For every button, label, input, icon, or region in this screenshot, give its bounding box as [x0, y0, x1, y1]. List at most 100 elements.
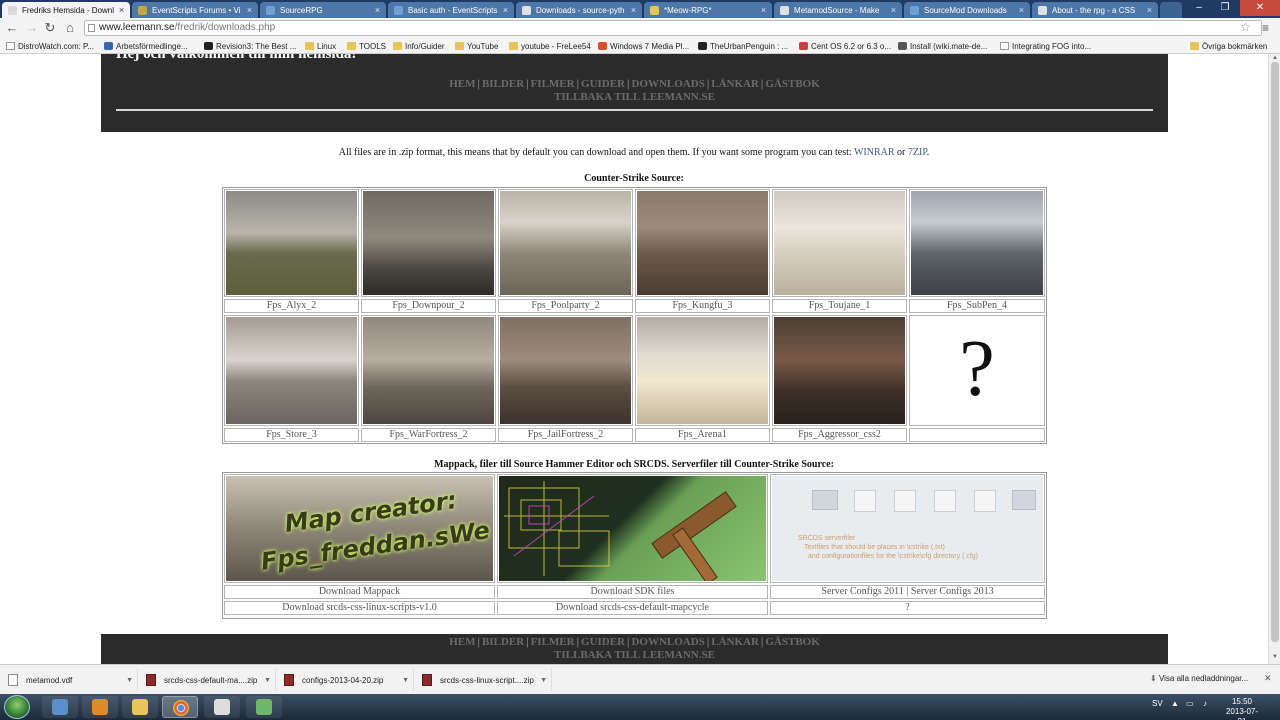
nav-link-hem[interactable]: HEM — [449, 78, 475, 90]
new-tab-button[interactable] — [1160, 2, 1182, 18]
tab-sourcemod-downloads[interactable]: SourceMod Downloads × — [904, 2, 1030, 18]
nav-link-bilder[interactable]: BILDER — [482, 78, 524, 90]
map-thumb-fps-poolparty-2[interactable] — [498, 189, 633, 297]
taskbar-folders[interactable] — [122, 696, 158, 718]
close-icon[interactable]: × — [1145, 5, 1154, 15]
mappack-banner[interactable]: Map creator: Fps_freddan.sWe — [224, 474, 495, 583]
close-icon[interactable]: × — [245, 5, 254, 15]
nav-link-downloads[interactable]: DOWNLOADS — [631, 636, 704, 648]
other-bookmarks-folder[interactable]: Övriga bokmärken — [1190, 40, 1278, 52]
download-linux-scripts-link[interactable]: Download srcds-css-linux-scripts-v1.0 — [224, 601, 495, 615]
scroll-down-arrow-icon[interactable]: ▼ — [1271, 654, 1279, 660]
map-link[interactable]: Fps_WarFortress_2 — [361, 428, 496, 442]
map-thumb-fps-arena1[interactable] — [635, 315, 770, 426]
nav-link-guider[interactable]: GUIDER — [581, 78, 625, 90]
nav-link-lankar[interactable]: LÄNKAR — [711, 636, 759, 648]
winrar-link[interactable]: WINRAR — [854, 147, 895, 158]
nav-link-lankar[interactable]: LÄNKAR — [711, 78, 759, 90]
map-thumb-fps-kungfu-3[interactable] — [635, 189, 770, 297]
show-hidden-icons-icon[interactable]: ▲ — [1171, 699, 1179, 708]
map-link[interactable]: Fps_Toujane_1 — [772, 299, 907, 313]
tab-sourcerpg[interactable]: SourceRPG × — [260, 2, 386, 18]
chevron-down-icon[interactable]: ▼ — [402, 677, 409, 684]
tab-metamodsource[interactable]: MetamodSource - Make × — [774, 2, 902, 18]
download-mapcycle-link[interactable]: Download srcds-css-default-mapcycle — [497, 601, 768, 615]
server-configs-2011-link[interactable]: Server Configs 2011 — [821, 586, 903, 597]
address-bar[interactable]: www.leemann.se/fredrik/downloads.php — [84, 20, 1262, 36]
nav-link-downloads[interactable]: DOWNLOADS — [631, 78, 704, 90]
map-link[interactable]: Fps_Downpour_2 — [361, 299, 496, 313]
page-scrollbar[interactable]: ▲ ▼ — [1268, 54, 1280, 664]
taskbar-clock[interactable]: 15:50 2013-07-21 — [1222, 697, 1262, 720]
bookmark-item[interactable]: TheUrbanPenguin : ... — [698, 40, 792, 52]
map-link[interactable]: Fps_Alyx_2 — [224, 299, 359, 313]
tab-meow-rpg[interactable]: *Meow-RPG* × — [644, 2, 772, 18]
download-sdk-link[interactable]: Download SDK files — [497, 585, 768, 599]
network-icon[interactable]: ▭ — [1186, 699, 1194, 708]
download-item[interactable]: srcds-css-default-ma....zip ▼ — [140, 669, 276, 691]
map-link[interactable]: Fps_Kungfu_3 — [635, 299, 770, 313]
map-thumb-fps-aggressor-css2[interactable] — [772, 315, 907, 426]
map-link[interactable]: Fps_SubPen_4 — [909, 299, 1045, 313]
close-icon[interactable]: × — [501, 5, 510, 15]
bookmark-folder[interactable]: TOOLS — [347, 40, 389, 52]
taskbar-app-a[interactable] — [204, 696, 240, 718]
tab-about-the-rpg[interactable]: About - the rpg - a CSS × — [1032, 2, 1158, 18]
bookmark-item[interactable]: Revision3: The Best ... — [204, 40, 300, 52]
nav-link-bilder[interactable]: BILDER — [482, 636, 524, 648]
nav-link-guider[interactable]: GUIDER — [581, 636, 625, 648]
download-item[interactable]: srcds-css-linux-script....zip ▼ — [416, 669, 552, 691]
tab-downloads-source-python[interactable]: Downloads - source-pyth × — [516, 2, 642, 18]
sdk-banner[interactable] — [497, 474, 768, 583]
map-thumb-fps-alyx-2[interactable] — [224, 189, 359, 297]
bookmark-item[interactable]: Install (wiki.mate-de... — [898, 40, 994, 52]
server-configs-2013-link[interactable]: Server Configs 2013 — [911, 586, 994, 597]
taskbar-media-player[interactable] — [82, 696, 118, 718]
taskbar-explorer[interactable] — [42, 696, 78, 718]
menu-icon[interactable]: ≡ — [1262, 21, 1276, 35]
bookmark-folder[interactable]: Linux — [305, 40, 343, 52]
volume-icon[interactable]: ♪ — [1203, 699, 1207, 708]
scrollbar-thumb[interactable] — [1271, 62, 1279, 642]
close-icon[interactable]: × — [759, 5, 768, 15]
close-icon[interactable]: × — [117, 5, 126, 15]
back-to-leemann-link[interactable]: TILLBAKA TILL LEEMANN.SE — [554, 91, 715, 103]
bookmark-folder[interactable]: YouTube — [455, 40, 503, 52]
nav-link-hem[interactable]: HEM — [449, 636, 475, 648]
back-to-leemann-link[interactable]: TILLBAKA TILL LEEMANN.SE — [554, 649, 715, 661]
close-window-button[interactable]: ✕ — [1240, 0, 1280, 16]
tab-basic-auth[interactable]: Basic auth - EventScripts × — [388, 2, 514, 18]
map-thumb-fps-store-3[interactable] — [224, 315, 359, 426]
map-link[interactable]: Fps_JailFortress_2 — [498, 428, 633, 442]
reload-icon[interactable]: ↻ — [42, 20, 58, 36]
map-link[interactable]: Fps_Store_3 — [224, 428, 359, 442]
nav-link-filmer[interactable]: FILMER — [531, 636, 575, 648]
close-icon[interactable]: × — [373, 5, 382, 15]
server-config-banner[interactable]: SRCDS serverfiler Textfiles that should … — [770, 474, 1045, 583]
download-item[interactable]: metamod.vdf ▼ — [2, 669, 138, 691]
close-icon[interactable]: × — [889, 5, 898, 15]
bookmark-folder[interactable]: Info/Guider — [393, 40, 449, 52]
back-arrow-icon[interactable]: ← — [4, 20, 20, 36]
close-icon[interactable]: × — [1017, 5, 1026, 15]
taskbar-notepad[interactable] — [246, 696, 282, 718]
map-thumb-fps-downpour-2[interactable] — [361, 189, 496, 297]
chevron-down-icon[interactable]: ▼ — [540, 677, 547, 684]
map-link[interactable]: Fps_Arena1 — [635, 428, 770, 442]
chevron-down-icon[interactable]: ▼ — [264, 677, 271, 684]
download-item[interactable]: configs-2013-04-20.zip ▼ — [278, 669, 414, 691]
bookmark-star-icon[interactable]: ☆ — [1240, 20, 1254, 34]
nav-link-filmer[interactable]: FILMER — [531, 78, 575, 90]
forward-arrow-icon[interactable]: → — [24, 20, 40, 36]
chevron-down-icon[interactable]: ▼ — [126, 677, 133, 684]
home-icon[interactable]: ⌂ — [62, 20, 78, 36]
close-icon[interactable]: × — [629, 5, 638, 15]
scroll-up-arrow-icon[interactable]: ▲ — [1271, 55, 1279, 61]
map-thumb-fps-warfortress-2[interactable] — [361, 315, 496, 426]
bookmark-item[interactable]: Integrating FOG into... — [1000, 40, 1096, 52]
bookmark-item[interactable]: Windows 7 Media Pl... — [598, 40, 692, 52]
show-all-downloads-link[interactable]: ⬇ Visa alla nedladdningar... — [1150, 674, 1248, 683]
bookmark-item[interactable]: Arbetsförmedlinge... — [104, 40, 196, 52]
nav-link-gastbok[interactable]: GÄSTBOK — [765, 78, 819, 90]
tab-fredriks-hemsida[interactable]: Fredriks Hemsida - Downl × — [2, 2, 130, 18]
